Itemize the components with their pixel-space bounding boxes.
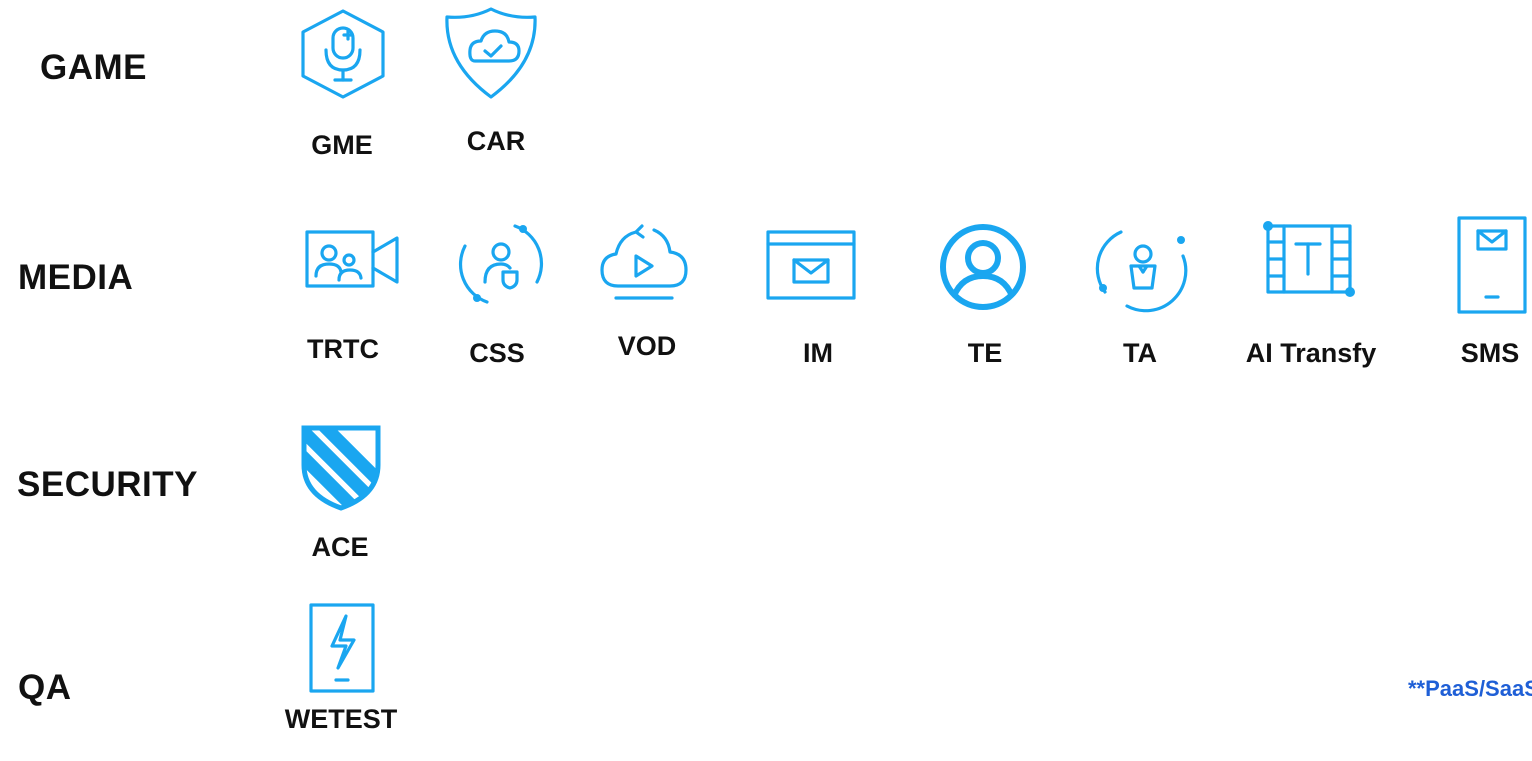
footnote: **PaaS/SaaS bbox=[1408, 676, 1532, 701]
label-ai-transfy: AI Transfy bbox=[1245, 338, 1377, 368]
user-circle-icon[interactable] bbox=[936, 220, 1030, 314]
message-window-icon[interactable] bbox=[766, 230, 856, 300]
user-shield-circle-icon[interactable] bbox=[455, 218, 547, 310]
mobile-message-icon[interactable] bbox=[1456, 215, 1528, 315]
microphone-hexagon-icon[interactable] bbox=[298, 8, 388, 100]
user-circle-orbit-icon[interactable] bbox=[1095, 222, 1189, 314]
film-text-icon[interactable] bbox=[1262, 220, 1356, 298]
label-ace: ACE bbox=[311, 532, 369, 562]
label-ta: TA bbox=[1123, 338, 1157, 368]
mobile-lightning-icon[interactable] bbox=[308, 602, 376, 694]
label-car: CAR bbox=[466, 126, 526, 156]
category-qa: QA bbox=[18, 668, 72, 707]
label-vod: VOD bbox=[617, 331, 677, 361]
striped-shield-icon[interactable] bbox=[301, 425, 381, 511]
video-camera-users-icon[interactable] bbox=[305, 230, 401, 290]
cloud-check-shield-icon[interactable] bbox=[443, 5, 539, 101]
label-sms: SMS bbox=[1460, 338, 1520, 368]
cloud-play-icon[interactable] bbox=[598, 222, 690, 312]
category-security: SECURITY bbox=[17, 465, 198, 504]
category-media: MEDIA bbox=[18, 258, 134, 297]
label-wetest: WETEST bbox=[284, 704, 398, 734]
category-game: GAME bbox=[40, 48, 147, 87]
